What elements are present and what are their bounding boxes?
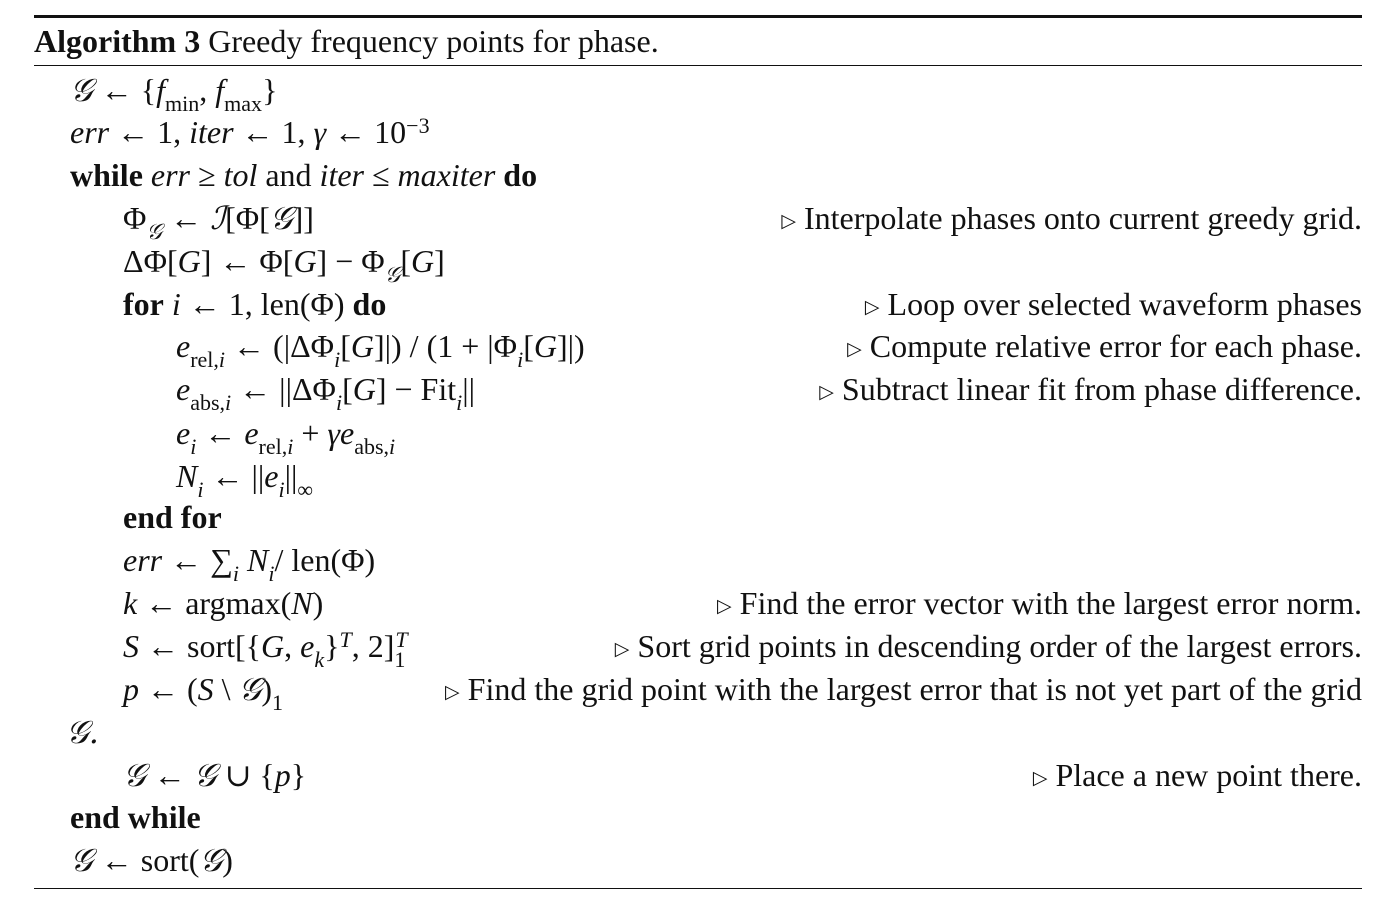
comment-find-max: ▷ Find the error vector with the largest … <box>717 585 1362 621</box>
err-update-statement: err ← ∑i Ni/ len(Φ) <box>123 542 376 587</box>
comment-relative: ▷ Compute relative error for each phase. <box>847 328 1362 364</box>
algo-line-3: while err ≥ tol and iter ≤ maxiter do <box>70 155 1362 195</box>
comment-triangle-icon: ▷ <box>1032 768 1048 789</box>
algo-line-8: eabs,i ← ||ΔΦi[G] − Fiti|| ▷ Subtract lin… <box>176 369 1362 416</box>
combined-error-statement: ei ← erel,i + γeabs,i <box>176 415 396 460</box>
comment-find-point-continuation: 𝒢. <box>66 713 99 751</box>
algo-line-9: ei ← erel,i + γeabs,i <box>176 413 1362 460</box>
algorithm-label: Algorithm 3 <box>34 23 201 59</box>
sort-statement: S ← sort[{G, ek}T, 2]1T <box>123 627 408 673</box>
algo-line-11: end for <box>123 497 1362 537</box>
comment-triangle-icon: ▷ <box>717 596 732 617</box>
algo-line-13: k ← argmax(N) ▷ Find the error vector wit… <box>123 583 1362 623</box>
final-sort-statement: 𝒢 ← sort(𝒢) <box>70 841 233 879</box>
argmax-statement: k ← argmax(N) <box>123 585 324 621</box>
algorithm-title: Greedy frequency points for phase. <box>208 23 659 59</box>
init-grid: 𝒢 ← {fmin, fmax} <box>70 71 278 117</box>
select-point-statement: p ← (S \ 𝒢)1 <box>123 670 283 716</box>
while-statement: while err ≥ tol and iter ≤ maxiter do <box>70 157 538 193</box>
absolute-error-statement: eabs,i ← ||ΔΦi[G] − Fiti|| <box>176 371 476 416</box>
comment-triangle-icon: ▷ <box>847 339 862 360</box>
top-rule <box>34 15 1362 18</box>
algorithm-caption: Algorithm 3 Greedy frequency points for … <box>34 19 659 63</box>
algo-line-7: erel,i ← (|ΔΦi[G]|) / (1 + |Φi[G]|) ▷ Com… <box>176 326 1362 373</box>
norm-statement: Ni ← ||ei||∞ <box>176 458 314 503</box>
algo-line-15: p ← (S \ 𝒢)1 ▷ Find the grid point with t… <box>123 669 1362 716</box>
algo-line-5: ΔΦ[G] ← Φ[G] − Φ𝒢[G] <box>123 241 1362 289</box>
grid-update-statement: 𝒢 ← 𝒢 ∪ {p} <box>123 756 307 794</box>
bottom-rule <box>34 888 1362 890</box>
comment-triangle-icon: ▷ <box>781 211 796 232</box>
end-while-statement: end while <box>70 799 201 835</box>
comment-place: ▷ Place a new point there. <box>1032 757 1362 793</box>
init-params: err ← 1, iter ← 1, γ ← 10−3 <box>70 113 430 150</box>
algo-line-10: Ni ← ||ei||∞ <box>176 456 1362 503</box>
algo-line-6: for i ← 1, len(Φ) do ▷ Loop over selected… <box>123 284 1362 324</box>
algo-line-2: err ← 1, iter ← 1, γ ← 10−3 <box>70 112 1362 152</box>
relative-error-statement: erel,i ← (|ΔΦi[G]|) / (1 + |Φi[G]|) <box>176 328 585 373</box>
comment-interpolate: ▷ Interpolate phases onto current greedy … <box>781 200 1362 236</box>
comment-subtract: ▷ Subtract linear fit from phase differen… <box>819 371 1362 407</box>
caption-rule <box>34 65 1362 67</box>
algo-line-15-continuation: 𝒢. <box>66 712 666 752</box>
algo-line-12: err ← ∑i Ni/ len(Φ) <box>123 540 1362 587</box>
comment-triangle-icon: ▷ <box>819 382 834 403</box>
for-statement: for i ← 1, len(Φ) do <box>123 286 387 322</box>
algo-line-1: 𝒢 ← {fmin, fmax} <box>70 70 1362 117</box>
comment-triangle-icon: ▷ <box>864 297 880 318</box>
comment-triangle-icon: ▷ <box>614 639 630 660</box>
comment-find-point: ▷ Find the grid point with the largest er… <box>445 671 1362 707</box>
comment-loop: ▷ Loop over selected waveform phases <box>864 286 1362 322</box>
algo-line-14: S ← sort[{G, ek}T, 2]1T ▷ Sort grid point… <box>123 626 1362 673</box>
comment-sort: ▷ Sort grid points in descending order of… <box>614 628 1362 664</box>
algo-line-16: 𝒢 ← 𝒢 ∪ {p} ▷ Place a new point there. <box>123 755 1362 795</box>
algo-line-17: end while <box>70 797 1362 837</box>
algo-line-4: Φ𝒢 ← ℐ[Φ[𝒢]] ▷ Interpolate phases onto cu… <box>123 198 1362 246</box>
algo-line-18: 𝒢 ← sort(𝒢) <box>70 840 1362 880</box>
end-for-statement: end for <box>123 499 222 535</box>
delta-statement: ΔΦ[G] ← Φ[G] − Φ𝒢[G] <box>123 243 445 289</box>
interpolate-statement: Φ𝒢 ← ℐ[Φ[𝒢]] <box>123 199 314 246</box>
comment-triangle-icon: ▷ <box>445 682 460 703</box>
